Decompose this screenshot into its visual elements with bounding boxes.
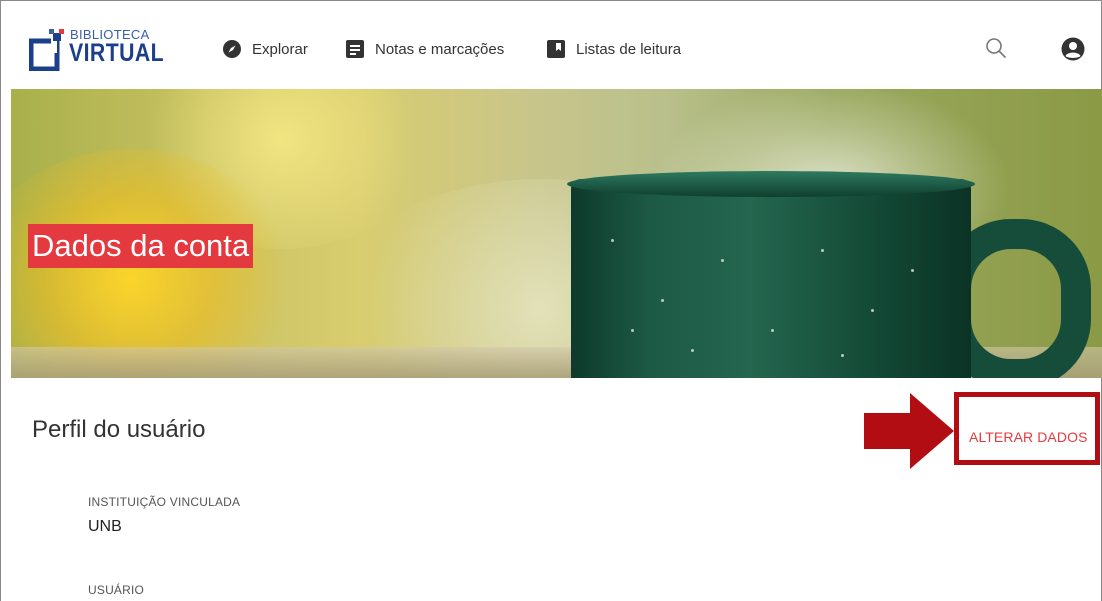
edit-data-button[interactable]: ALTERAR DADOS <box>969 429 1088 445</box>
field-value-instituicao: UNB <box>88 518 122 535</box>
logo-text-big: VIRTUAL <box>69 39 165 67</box>
notes-icon <box>346 40 364 58</box>
account-icon[interactable] <box>1061 37 1085 61</box>
mug-rim-image <box>567 171 975 197</box>
field-label-usuario: USUÁRIO <box>88 583 145 597</box>
top-navigation-bar: BIBLIOTECA VIRTUAL Explorar Notas e marc… <box>1 1 1101 90</box>
nav-listas-label: Listas de leitura <box>576 40 682 58</box>
compass-icon <box>223 40 241 58</box>
bookmark-icon <box>547 40 565 58</box>
nav-notas-marcacoes[interactable]: Notas e marcações <box>345 39 504 59</box>
page-title: Dados da conta <box>28 224 254 268</box>
field-label-instituicao: INSTITUIÇÃO VINCULADA <box>88 495 241 509</box>
nav-notas-label: Notas e marcações <box>375 40 505 58</box>
nav-explorar[interactable]: Explorar <box>222 39 308 59</box>
nav-explorar-label: Explorar <box>252 40 308 58</box>
search-icon[interactable] <box>985 37 1007 59</box>
logo-mark-icon <box>29 29 64 71</box>
logo[interactable]: BIBLIOTECA VIRTUAL <box>29 23 169 79</box>
nav-listas-leitura[interactable]: Listas de leitura <box>546 39 681 59</box>
mug-image <box>571 179 971 378</box>
arrow-right-icon <box>864 393 954 469</box>
profile-section-title: Perfil do usuário <box>32 416 206 443</box>
